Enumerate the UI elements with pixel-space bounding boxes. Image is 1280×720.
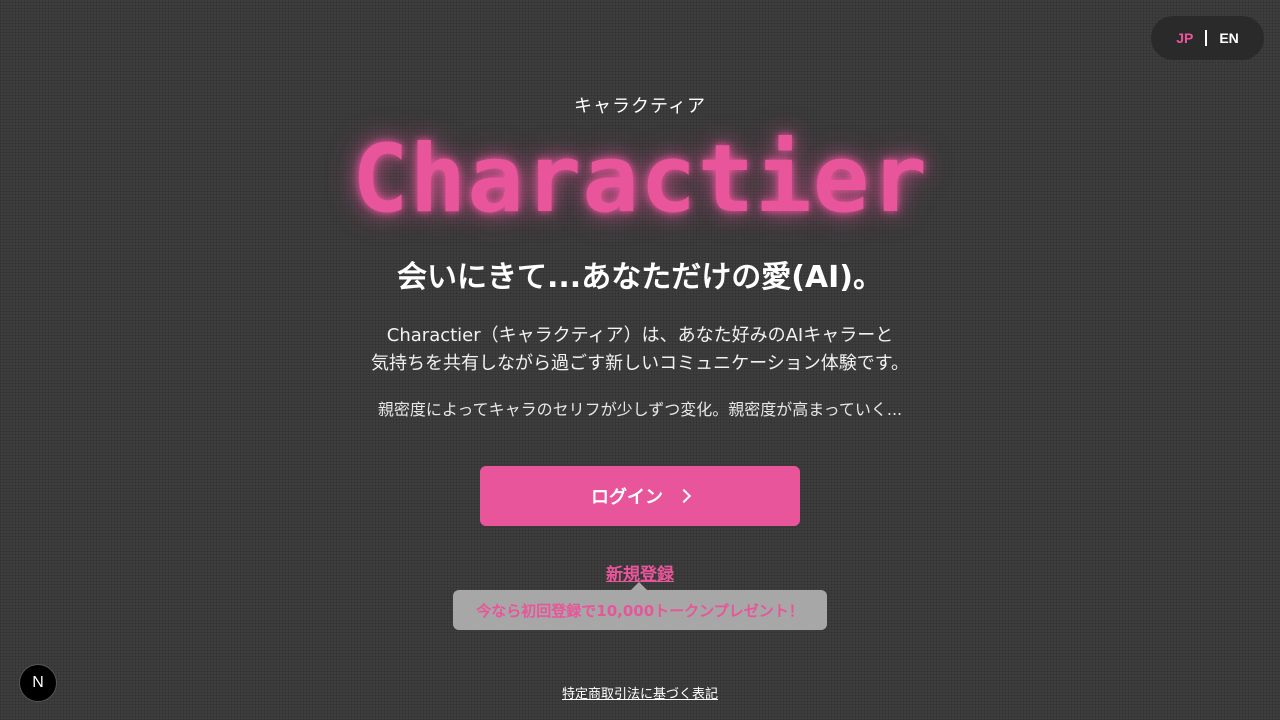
login-button[interactable]: ログイン [480, 466, 800, 526]
footer: 特定商取引法に基づく表記 [0, 683, 1280, 702]
tooltip-arrow [631, 582, 647, 590]
brand-logo: Charactier [352, 125, 928, 234]
chevron-right-icon [676, 488, 692, 504]
nextjs-dev-badge[interactable]: N [19, 664, 57, 702]
lang-divider [1205, 30, 1208, 46]
promo-text: 今なら初回登録で10,000トークンプレゼント！ [476, 601, 804, 620]
login-button-label: ログイン [591, 487, 663, 508]
lang-en-option[interactable]: EN [1219, 30, 1238, 46]
language-toggle: JP EN [1151, 16, 1264, 60]
lang-jp-option[interactable]: JP [1176, 30, 1193, 46]
tagline: 会いにきて...あなただけの愛(AI)。 [397, 260, 883, 295]
description-line-1: Charactier（キャラクティア）は、あなた好みのAIキャラーと [386, 325, 894, 346]
description-line-2: 気持ちを共有しながら過ごす新しいコミュニケーション体験です。 [370, 353, 910, 374]
description: Charactier（キャラクティア）は、あなた好みのAIキャラーと 気持ちを共… [0, 322, 1280, 378]
legal-notice-link[interactable]: 特定商取引法に基づく表記 [562, 687, 718, 702]
brand-kana-name: キャラクティア [574, 96, 706, 117]
sub-description: 親密度によってキャラのセリフが少しずつ変化。親密度が高まっていく... [377, 400, 903, 419]
promo-tooltip: 今なら初回登録で10,000トークンプレゼント！ [453, 582, 827, 630]
nextjs-logo-icon: N [32, 674, 44, 691]
